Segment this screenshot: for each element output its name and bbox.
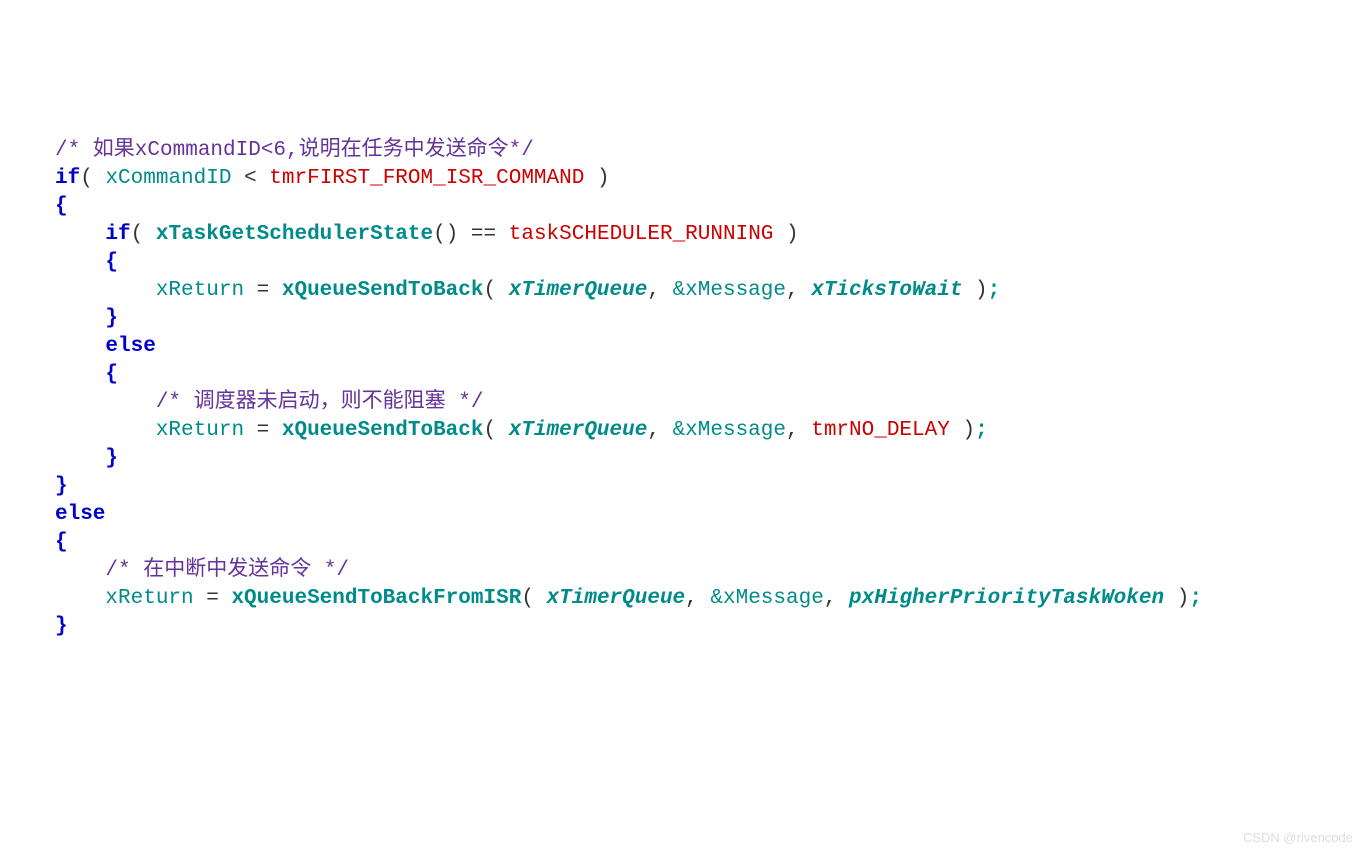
argument: xMessage [723, 587, 824, 610]
semicolon: ; [1189, 587, 1202, 610]
code-line-14: else [55, 501, 1323, 529]
eq-operator: == [458, 223, 508, 246]
paren-close: ) [950, 419, 975, 442]
comma: , [824, 587, 849, 610]
code-line-11: xReturn = xQueueSendToBack( xTimerQueue,… [55, 417, 1323, 445]
paren-open: ( [131, 223, 156, 246]
argument: xMessage [685, 419, 786, 442]
paren-open: ( [521, 587, 546, 610]
comma: , [685, 587, 710, 610]
address-of: & [710, 587, 723, 610]
brace-close: } [105, 447, 118, 470]
code-line-15: { [55, 529, 1323, 557]
brace-open: { [105, 251, 118, 274]
comma: , [786, 419, 811, 442]
comment-text: /* 调度器未启动，则不能阻塞 */ [156, 391, 484, 414]
keyword-else: else [55, 503, 105, 526]
eq-operator: = [244, 279, 282, 302]
constant: taskSCHEDULER_RUNNING [509, 223, 774, 246]
constant: tmrNO_DELAY [811, 419, 950, 442]
semicolon: ; [988, 279, 1001, 302]
argument: xTimerQueue [509, 279, 648, 302]
watermark-text: CSDN @rivencode [1243, 824, 1353, 852]
code-line-10: /* 调度器未启动，则不能阻塞 */ [55, 389, 1323, 417]
code-block: /* 如果xCommandID<6,说明在任务中发送命令*/if( xComma… [55, 137, 1323, 641]
eq-operator: = [244, 419, 282, 442]
comment-text: /* 如果xCommandID<6,说明在任务中发送命令*/ [55, 139, 534, 162]
paren-close: ) [773, 223, 798, 246]
variable: xCommandID [105, 167, 231, 190]
variable: xReturn [105, 587, 193, 610]
argument: xTicksToWait [811, 279, 962, 302]
address-of: & [673, 419, 686, 442]
code-line-18: } [55, 613, 1323, 641]
code-line-8: else [55, 333, 1323, 361]
argument: pxHigherPriorityTaskWoken [849, 587, 1164, 610]
code-line-4: if( xTaskGetSchedulerState() == taskSCHE… [55, 221, 1323, 249]
paren-open: ( [80, 167, 105, 190]
code-line-3: { [55, 193, 1323, 221]
paren-empty: () [433, 223, 458, 246]
brace-close: } [55, 475, 68, 498]
lt-operator: < [231, 167, 269, 190]
code-line-5: { [55, 249, 1323, 277]
function-call: xTaskGetSchedulerState [156, 223, 433, 246]
comment-text: /* 在中断中发送命令 */ [105, 559, 349, 582]
keyword-else: else [105, 335, 155, 358]
argument: xTimerQueue [509, 419, 648, 442]
code-line-6: xReturn = xQueueSendToBack( xTimerQueue,… [55, 277, 1323, 305]
code-line-17: xReturn = xQueueSendToBackFromISR( xTime… [55, 585, 1323, 613]
brace-close: } [105, 307, 118, 330]
code-line-13: } [55, 473, 1323, 501]
comma: , [647, 279, 672, 302]
function-call: xQueueSendToBack [282, 419, 484, 442]
constant: tmrFIRST_FROM_ISR_COMMAND [269, 167, 584, 190]
code-line-12: } [55, 445, 1323, 473]
keyword-if: if [105, 223, 130, 246]
argument: xMessage [685, 279, 786, 302]
semicolon: ; [975, 419, 988, 442]
brace-close: } [55, 615, 68, 638]
paren-open: ( [484, 279, 509, 302]
function-call: xQueueSendToBackFromISR [231, 587, 521, 610]
code-line-2: if( xCommandID < tmrFIRST_FROM_ISR_COMMA… [55, 165, 1323, 193]
brace-open: { [55, 195, 68, 218]
code-line-1: /* 如果xCommandID<6,说明在任务中发送命令*/ [55, 137, 1323, 165]
comma: , [647, 419, 672, 442]
paren-close: ) [1164, 587, 1189, 610]
address-of: & [673, 279, 686, 302]
variable: xReturn [156, 419, 244, 442]
code-line-9: { [55, 361, 1323, 389]
paren-close: ) [962, 279, 987, 302]
argument: xTimerQueue [547, 587, 686, 610]
function-call: xQueueSendToBack [282, 279, 484, 302]
variable: xReturn [156, 279, 244, 302]
code-line-16: /* 在中断中发送命令 */ [55, 557, 1323, 585]
keyword-if: if [55, 167, 80, 190]
paren-open: ( [484, 419, 509, 442]
comma: , [786, 279, 811, 302]
paren-close: ) [584, 167, 609, 190]
code-line-7: } [55, 305, 1323, 333]
eq-operator: = [194, 587, 232, 610]
brace-open: { [105, 363, 118, 386]
